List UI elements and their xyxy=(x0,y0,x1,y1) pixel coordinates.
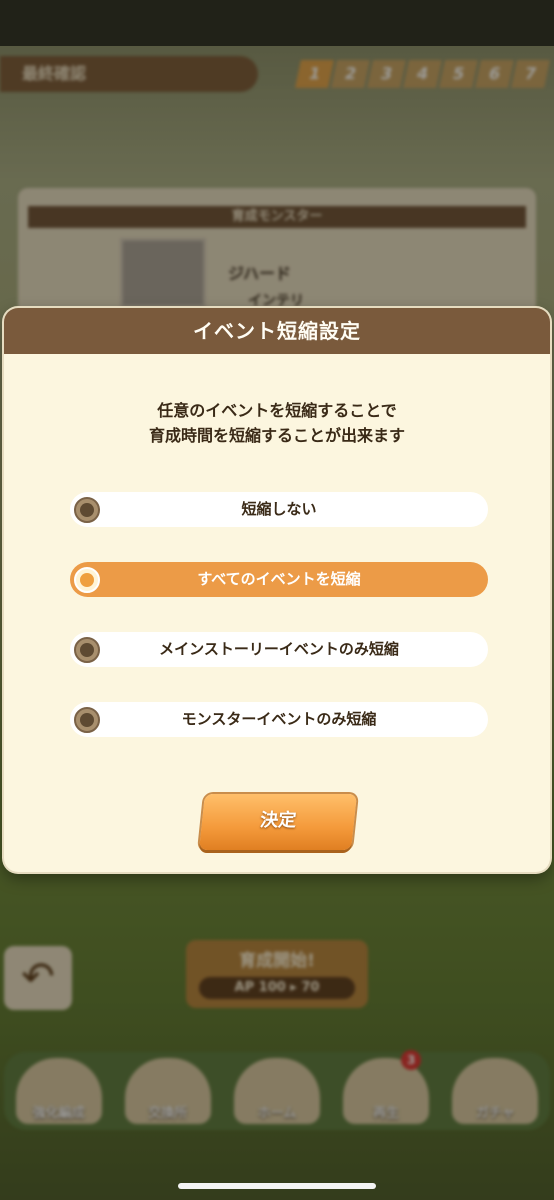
description-line-1: 任意のイベントを短縮することで xyxy=(157,401,397,420)
dialog-title: イベント短縮設定 xyxy=(4,308,550,354)
radio-icon xyxy=(74,497,100,523)
event-shortening-dialog: イベント短縮設定 任意のイベントを短縮することで 育成時間を短縮することが出来ま… xyxy=(4,308,550,872)
home-indicator[interactable] xyxy=(178,1183,376,1189)
option-label: メインストーリーイベントのみ短縮 xyxy=(159,640,399,658)
option-no-shortening[interactable]: 短縮しない xyxy=(70,492,488,527)
option-label: モンスターイベントのみ短縮 xyxy=(181,710,377,728)
dialog-description: 任意のイベントを短縮することで 育成時間を短縮することが出来ます xyxy=(4,398,550,448)
description-line-2: 育成時間を短縮することが出来ます xyxy=(148,426,405,445)
confirm-button[interactable]: 決定 xyxy=(199,794,357,850)
radio-selected-icon xyxy=(74,567,100,593)
option-shorten-all[interactable]: すべてのイベントを短縮 xyxy=(70,562,488,597)
option-monster-events-only[interactable]: モンスターイベントのみ短縮 xyxy=(70,702,488,737)
radio-icon xyxy=(74,637,100,663)
screen: 最終確認 1 2 3 4 5 6 7 育成モンスター ジハード インテリ ↶ 育… xyxy=(0,0,554,1200)
option-main-story-only[interactable]: メインストーリーイベントのみ短縮 xyxy=(70,632,488,667)
option-label: すべてのイベントを短縮 xyxy=(197,570,361,588)
option-list: 短縮しない すべてのイベントを短縮 メインストーリーイベントのみ短縮 モンスター… xyxy=(70,492,488,772)
radio-icon xyxy=(74,707,100,733)
option-label: 短縮しない xyxy=(241,500,317,518)
